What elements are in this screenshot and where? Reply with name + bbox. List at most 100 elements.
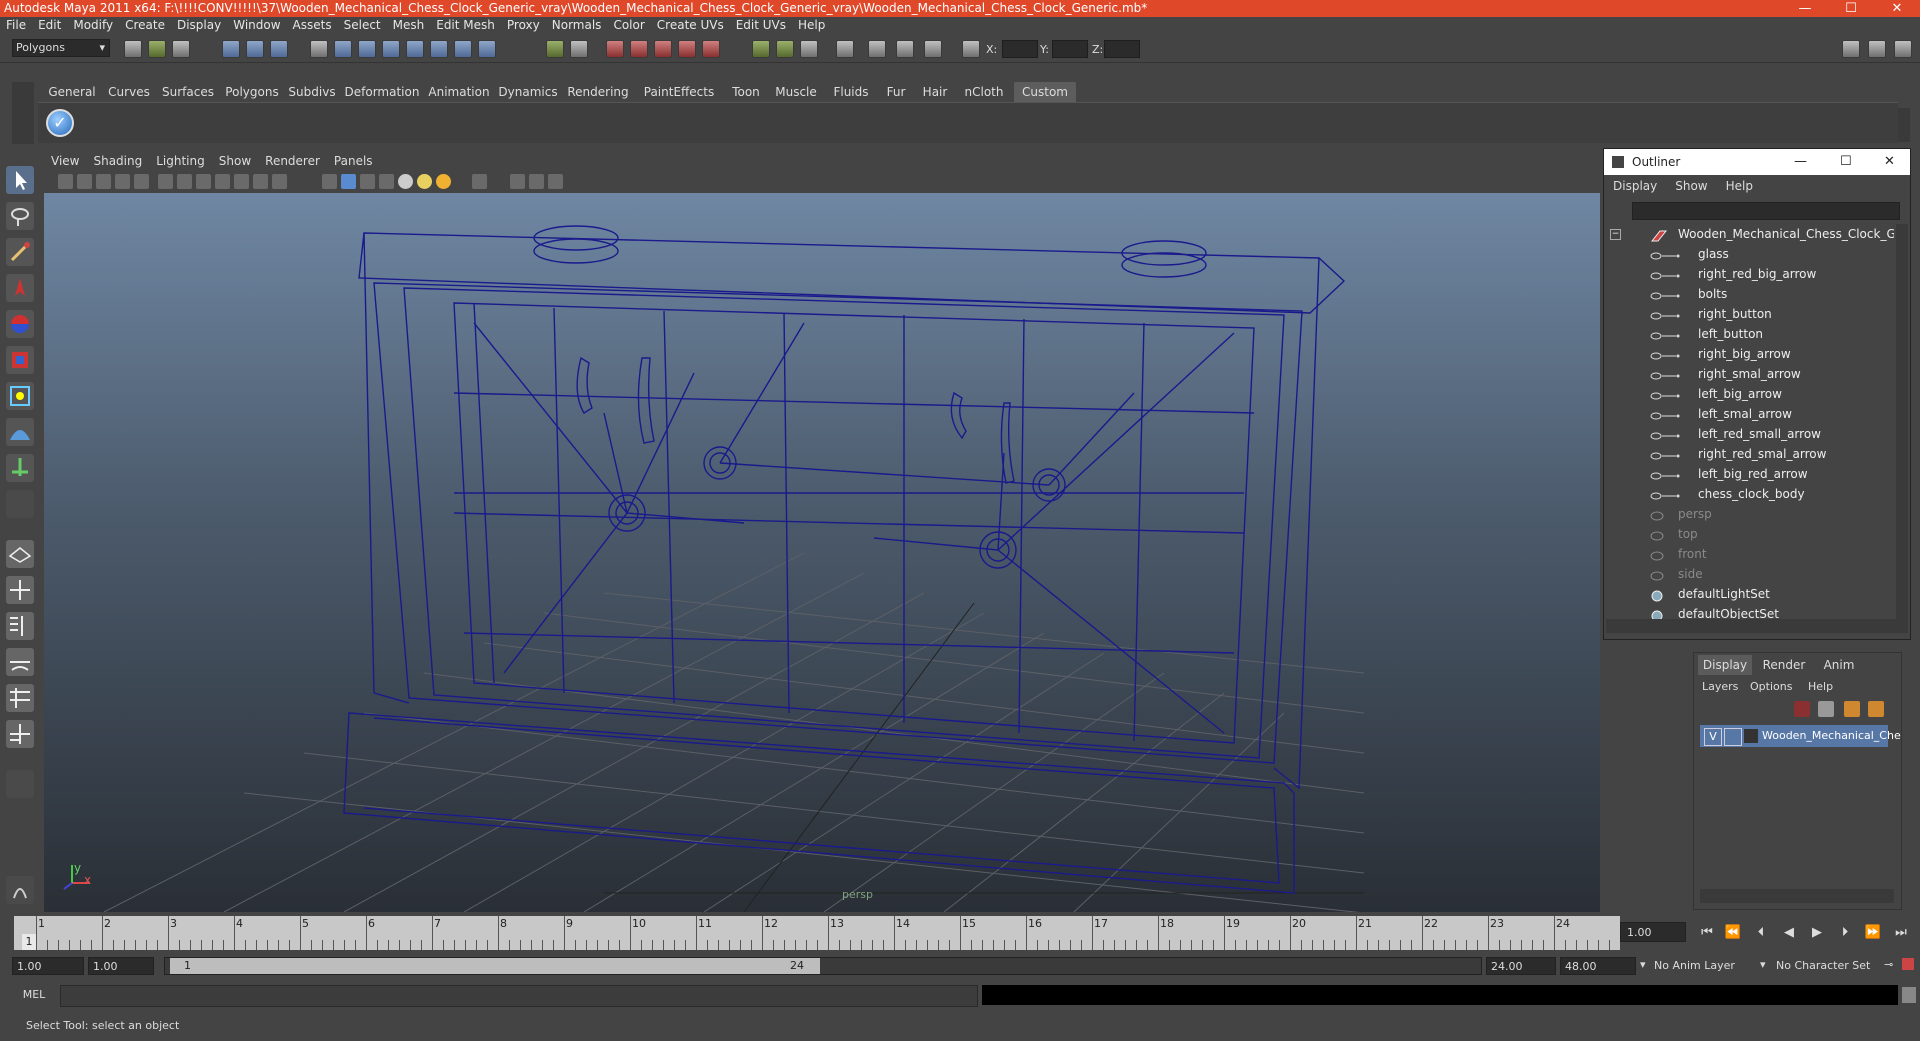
grease-pencil-icon[interactable] (134, 174, 149, 189)
menu-edit-mesh[interactable]: Edit Mesh (430, 17, 501, 34)
outliner-item[interactable]: defaultLightSet (1604, 584, 1894, 604)
anim-layer-dropdown[interactable]: No Anim Layer (1650, 957, 1760, 975)
layer-tab-anim[interactable]: Anim (1816, 655, 1862, 675)
magnet-icon[interactable] (546, 40, 564, 58)
outliner-item[interactable]: bolts (1604, 284, 1894, 304)
y-field[interactable] (1052, 40, 1088, 58)
select-by-component-icon[interactable] (270, 40, 288, 58)
save-scene-icon[interactable] (172, 40, 190, 58)
xray-joints-icon[interactable] (529, 174, 544, 189)
resolution-gate-icon[interactable] (196, 174, 211, 189)
key-icon[interactable]: ⊸ (1884, 958, 1893, 971)
outliner-maximize-button[interactable]: ☐ (1840, 149, 1852, 175)
layer-horizontal-scrollbar[interactable] (1700, 889, 1894, 903)
render-settings-icon[interactable] (654, 40, 672, 58)
tab-curves[interactable]: Curves (104, 82, 154, 102)
step-forward-key-icon[interactable]: ⏵ (1836, 924, 1854, 942)
outliner-item[interactable]: glass (1604, 244, 1894, 264)
menu-proxy[interactable]: Proxy (501, 17, 546, 34)
toggle-tool-settings-icon[interactable] (1868, 40, 1886, 58)
tab-deformation[interactable]: Deformation (342, 82, 422, 102)
create-layer-icon[interactable] (1794, 701, 1810, 717)
four-view-layout-icon[interactable] (6, 576, 34, 604)
checkmark-shelf-icon[interactable]: ✓ (46, 109, 74, 137)
layer-tab-render[interactable]: Render (1756, 655, 1812, 675)
input-mode-icon[interactable] (776, 40, 794, 58)
smooth-shade-icon[interactable] (341, 174, 356, 189)
go-to-end-icon[interactable]: ⏭ (1892, 924, 1910, 942)
tool-settings-icon[interactable] (868, 40, 886, 58)
minimize-button[interactable]: — (1782, 0, 1828, 17)
step-back-key-icon[interactable]: ⏴ (1752, 924, 1770, 942)
menu-set-dropdown[interactable]: Polygons ▾ (12, 39, 110, 57)
menu-mesh[interactable]: Mesh (387, 17, 431, 34)
menu-edit-uvs[interactable]: Edit UVs (730, 17, 792, 34)
current-frame-marker[interactable]: 1 (22, 934, 36, 950)
camera-bookmark-icon[interactable] (77, 174, 92, 189)
menu-normals[interactable]: Normals (546, 17, 608, 34)
outliner-minimize-button[interactable]: — (1794, 149, 1807, 175)
camera-attributes-icon[interactable] (58, 174, 73, 189)
layer-visibility-toggle[interactable]: V (1704, 728, 1722, 746)
textured-icon[interactable] (379, 174, 394, 189)
playback-end-field[interactable]: 24.00 (1486, 957, 1556, 975)
close-button[interactable]: ✕ (1874, 0, 1920, 17)
soft-modification-icon[interactable] (6, 418, 34, 446)
create-layer-selected-icon[interactable] (1818, 701, 1834, 717)
viewport-menu-panels[interactable]: Panels (327, 152, 380, 171)
layer-menu-help[interactable]: Help (1808, 677, 1833, 697)
tab-surfaces[interactable]: Surfaces (158, 82, 218, 102)
playback-start-field[interactable]: 1.00 (88, 957, 154, 975)
outliner-item[interactable]: left_big_red_arrow (1604, 464, 1894, 484)
outliner-item[interactable]: right_red_big_arrow (1604, 264, 1894, 284)
go-to-start-icon[interactable]: ⏮ (1698, 924, 1716, 942)
wireframe-on-shaded-icon[interactable] (360, 174, 375, 189)
viewport-menu-view[interactable]: View (44, 152, 86, 171)
hypershade-layout-icon[interactable] (6, 684, 34, 712)
viewport-menu-lighting[interactable]: Lighting (149, 152, 212, 171)
outliner-item[interactable]: top (1604, 524, 1894, 544)
tab-fur[interactable]: Fur (880, 82, 912, 102)
construction-history-icon[interactable] (570, 40, 588, 58)
move-tool-icon[interactable] (6, 274, 34, 302)
menu-edit[interactable]: Edit (32, 17, 67, 34)
time-slider[interactable]: 1 2 3 4 5 6 7 8 9 10 11 12 13 14 15 16 17 18 19 20 21 22 23 24 1 (14, 916, 1620, 950)
snap-live-icon[interactable] (430, 40, 448, 58)
tab-fluids[interactable]: Fluids (826, 82, 876, 102)
tab-custom[interactable]: Custom (1014, 82, 1076, 102)
outliner-item[interactable]: left_smal_arrow (1604, 404, 1894, 424)
show-manipulator-icon[interactable] (6, 454, 34, 482)
hypershade-icon[interactable] (678, 40, 696, 58)
single-perspective-layout-icon[interactable] (6, 540, 34, 568)
menu-display[interactable]: Display (171, 17, 227, 34)
tab-rendering[interactable]: Rendering (564, 82, 632, 102)
outliner-menu-help[interactable]: Help (1717, 175, 1762, 197)
persp-graph-layout-icon[interactable] (6, 648, 34, 676)
tab-toon[interactable]: Toon (726, 82, 766, 102)
snap-curve-icon[interactable] (358, 40, 376, 58)
animation-end-field[interactable]: 48.00 (1560, 957, 1636, 975)
safe-action-icon[interactable] (253, 174, 268, 189)
channel-box-icon[interactable] (836, 40, 854, 58)
persp-outliner-layout-icon[interactable] (6, 612, 34, 640)
step-back-icon[interactable]: ⏪ (1724, 924, 1742, 942)
toggle-attribute-editor-icon[interactable] (1842, 40, 1860, 58)
select-by-object-icon[interactable] (246, 40, 264, 58)
default-lighting-icon[interactable] (398, 174, 413, 189)
tab-animation[interactable]: Animation (426, 82, 492, 102)
move-layer-up-icon[interactable] (1844, 701, 1860, 717)
attribute-editor-icon[interactable] (800, 40, 818, 58)
tab-dynamics[interactable]: Dynamics (496, 82, 560, 102)
render-view-icon[interactable] (702, 40, 720, 58)
last-tool-icon[interactable] (6, 490, 34, 518)
layout-toggle-icon[interactable] (6, 770, 34, 798)
tab-subdivs[interactable]: Subdivs (286, 82, 338, 102)
maximize-button[interactable]: ☐ (1828, 0, 1874, 17)
universal-manipulator-icon[interactable] (6, 382, 34, 410)
command-language-label[interactable]: MEL (10, 986, 58, 1004)
toggle-channel-box-icon[interactable] (1894, 40, 1912, 58)
absolute-transform-icon[interactable] (962, 40, 980, 58)
tab-painteffects[interactable]: PaintEffects (636, 82, 722, 102)
gate-mask-icon[interactable] (215, 174, 230, 189)
rotate-tool-icon[interactable] (6, 310, 34, 338)
